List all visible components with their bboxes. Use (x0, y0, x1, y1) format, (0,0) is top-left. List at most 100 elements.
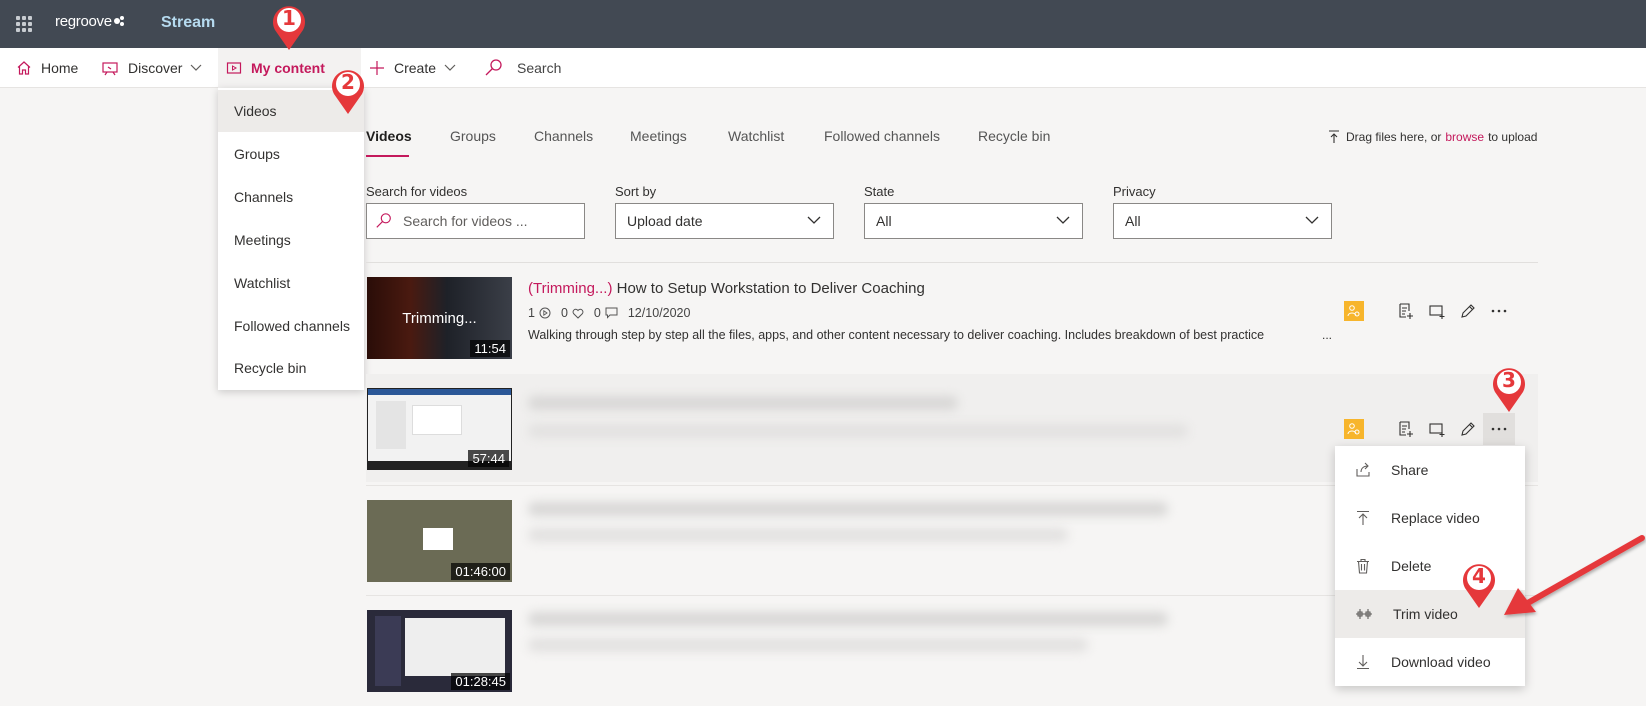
blurred-description (528, 638, 1088, 652)
my-content-icon (226, 62, 242, 74)
menu-replace-video-label: Replace video (1391, 510, 1480, 526)
my-content-menu: Videos Groups Channels Meetings Watchlis… (218, 88, 364, 390)
like-count: 0 (560, 306, 568, 320)
browse-link[interactable]: browse (1445, 130, 1484, 144)
upload-icon (1357, 510, 1369, 525)
search-videos-placeholder: Search for videos ... (403, 213, 528, 229)
blurred-title (528, 502, 1168, 516)
privacy-label: Privacy (1113, 184, 1156, 199)
description-more[interactable]: ... (1322, 328, 1332, 342)
tab-videos[interactable]: Videos (366, 128, 412, 144)
annotation-arrow (1504, 535, 1645, 615)
comment-icon (605, 307, 618, 319)
more-options-button[interactable] (1483, 413, 1515, 445)
chevron-down-icon (444, 64, 456, 71)
video-duration: 01:46:00 (451, 563, 510, 580)
nav-my-content-label: My content (251, 60, 325, 76)
blurred-description (528, 528, 1068, 542)
app-name[interactable]: Stream (161, 14, 215, 32)
upload-suffix: to upload (1488, 130, 1538, 144)
trash-icon (1357, 558, 1369, 574)
people-badge-icon (1344, 419, 1364, 439)
chevron-down-icon (807, 216, 821, 224)
tab-recycle-bin[interactable]: Recycle bin (978, 128, 1050, 144)
discover-icon (102, 62, 118, 76)
tab-watchlist[interactable]: Watchlist (728, 128, 784, 144)
tab-channels[interactable]: Channels (534, 128, 593, 144)
tab-groups[interactable]: Groups (450, 128, 496, 144)
edit-icon[interactable] (1456, 417, 1480, 441)
menu-share[interactable]: Share (1335, 446, 1525, 494)
video-row[interactable]: Trimming... 11:54 (Trimming...) How to S… (366, 268, 1538, 376)
edit-icon[interactable] (1456, 299, 1480, 323)
upload-dropzone[interactable]: Drag files here, or browse to upload (1328, 130, 1537, 144)
active-tab-indicator (366, 155, 409, 157)
sort-by-label: Sort by (615, 184, 657, 199)
state-value: All (876, 213, 892, 229)
nav-search[interactable]: Search (484, 48, 561, 88)
state-label: State (864, 184, 895, 199)
sort-by-select[interactable]: Upload date (615, 203, 834, 239)
add-to-channel-icon[interactable] (1425, 299, 1449, 323)
add-to-channel-icon[interactable] (1425, 417, 1449, 441)
nav-discover-label: Discover (128, 60, 183, 76)
callout-marker-4: 4 (1458, 558, 1500, 610)
video-title-text: How to Setup Workstation to Deliver Coac… (616, 280, 925, 297)
more-options-icon[interactable] (1487, 299, 1511, 323)
privacy-value: All (1125, 213, 1141, 229)
upload-prefix: Drag files here, or (1346, 130, 1442, 144)
callout-marker-1: 1 (268, 0, 310, 52)
video-state: (Trimming...) (528, 280, 613, 297)
menu-item-groups[interactable]: Groups (218, 133, 364, 175)
share-icon (1356, 462, 1370, 477)
comment-count: 0 (593, 306, 601, 320)
nav-create[interactable]: Create (369, 48, 456, 88)
nav-search-label: Search (517, 60, 562, 76)
home-icon (17, 61, 31, 75)
menu-item-recycle-bin[interactable]: Recycle bin (218, 347, 364, 389)
sort-by-value: Upload date (627, 213, 703, 229)
video-duration: 57:44 (468, 450, 509, 467)
menu-item-channels[interactable]: Channels (218, 176, 364, 218)
state-select[interactable]: All (864, 203, 1083, 239)
menu-item-followed-channels[interactable]: Followed channels (218, 305, 364, 347)
callout-marker-2: 2 (327, 64, 369, 116)
search-icon (376, 213, 391, 228)
video-duration: 01:28:45 (451, 673, 510, 690)
nav-discover[interactable]: Discover (101, 48, 202, 88)
video-thumbnail[interactable]: Trimming... 11:54 (367, 277, 512, 359)
waffle-icon[interactable] (16, 16, 32, 32)
nav-home[interactable]: Home (16, 48, 78, 88)
privacy-select[interactable]: All (1113, 203, 1332, 239)
video-thumbnail[interactable]: 57:44 (367, 388, 512, 470)
search-videos-input[interactable]: Search for videos ... (366, 203, 585, 239)
video-description: Walking through step by step all the fil… (528, 328, 1265, 342)
view-count: 1 (528, 306, 535, 320)
add-to-playlist-icon[interactable] (1394, 417, 1418, 441)
video-meta: 1 0 0 12/10/2020 (528, 306, 694, 320)
callout-marker-3: 3 (1488, 362, 1530, 414)
video-thumbnail[interactable]: 01:28:45 (367, 610, 512, 692)
video-thumbnail[interactable]: 01:46:00 (367, 500, 512, 582)
play-circle-icon (539, 307, 551, 319)
video-title[interactable]: (Trimming...) How to Setup Workstation t… (528, 280, 925, 297)
menu-delete-label: Delete (1391, 558, 1432, 574)
heart-icon (572, 308, 584, 319)
menu-item-watchlist[interactable]: Watchlist (218, 262, 364, 304)
blurred-title (528, 612, 1168, 626)
chevron-down-icon (1305, 216, 1319, 224)
upload-icon (1329, 130, 1339, 143)
menu-item-meetings[interactable]: Meetings (218, 219, 364, 261)
add-to-playlist-icon[interactable] (1394, 299, 1418, 323)
chevron-down-icon (191, 64, 202, 71)
tab-followed-channels[interactable]: Followed channels (824, 128, 940, 144)
menu-share-label: Share (1391, 462, 1429, 478)
app-header: regroove Stream (0, 0, 1646, 48)
search-videos-label: Search for videos (366, 184, 468, 199)
callout-number: 2 (341, 70, 355, 94)
tab-meetings[interactable]: Meetings (630, 128, 687, 144)
menu-download-video[interactable]: Download video (1335, 638, 1525, 686)
org-logo[interactable]: regroove (55, 13, 125, 30)
nav-bar: Home Discover My content Create Search (0, 48, 1646, 88)
people-badge-icon (1344, 301, 1364, 321)
